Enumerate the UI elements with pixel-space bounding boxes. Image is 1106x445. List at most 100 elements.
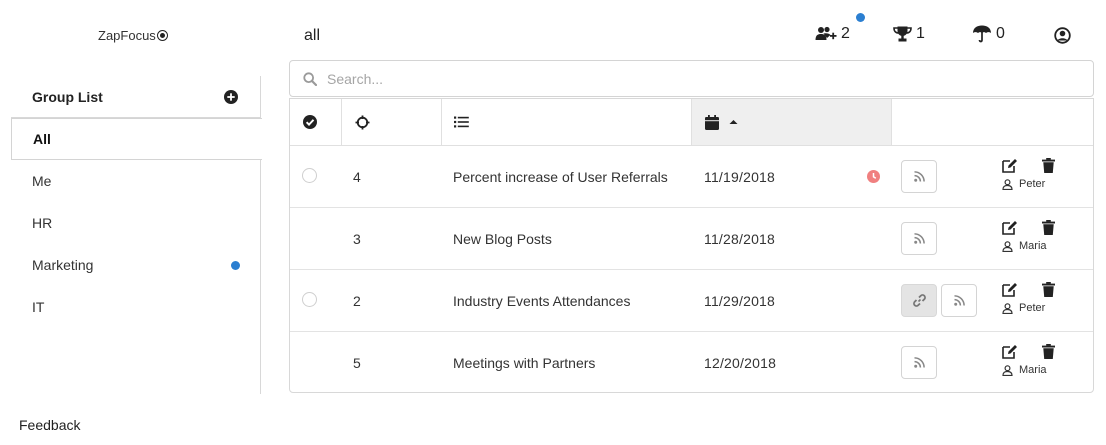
row-buttons (901, 160, 937, 193)
row-date: 11/19/2018 (704, 168, 776, 185)
row-date: 11/29/2018 (704, 292, 776, 309)
search-input[interactable] (327, 70, 1027, 87)
row-name[interactable]: Meetings with Partners (453, 355, 595, 371)
row-buttons (901, 222, 937, 255)
owner-name: Peter (1019, 302, 1046, 314)
row-name[interactable]: Industry Events Attendances (453, 293, 630, 309)
list-icon (454, 116, 469, 128)
row-buttons (901, 346, 937, 379)
table-row: 4 Percent increase of User Referrals 11/… (290, 146, 1093, 208)
trophy-icon (893, 26, 912, 42)
link-button[interactable] (901, 284, 937, 317)
user-icon (1002, 240, 1013, 252)
row-select-radio[interactable] (302, 292, 317, 307)
rss-button[interactable] (901, 222, 937, 255)
trophy-count: 1 (916, 25, 925, 42)
edit-icon[interactable] (1002, 282, 1018, 297)
sort-asc-icon (729, 119, 738, 125)
owner-name: Maria (1019, 364, 1047, 376)
row-owner: Maria (1002, 364, 1055, 376)
group-item-label: Marketing (32, 257, 94, 273)
row-owner: Maria (1002, 240, 1055, 252)
group-item-label: IT (32, 299, 45, 315)
user-circle-icon (1054, 27, 1071, 44)
trash-icon[interactable] (1042, 220, 1055, 235)
plus-circle-icon[interactable] (224, 89, 238, 104)
edit-icon[interactable] (1002, 158, 1018, 173)
user-icon (1002, 302, 1013, 314)
row-date: 11/28/2018 (704, 230, 776, 247)
table-header (290, 99, 1093, 146)
logo-target-icon (156, 30, 168, 41)
rss-icon (913, 171, 925, 182)
user-icon (1002, 364, 1013, 376)
check-circle-icon (303, 115, 317, 129)
crosshairs-icon (355, 115, 370, 130)
notification-dot (856, 13, 865, 22)
id-column-header[interactable] (342, 99, 442, 145)
row-select-radio[interactable] (302, 168, 317, 183)
umbrella-count: 0 (996, 25, 1005, 42)
team-count: 2 (841, 25, 850, 42)
group-item-label: HR (32, 215, 53, 231)
rss-icon (913, 233, 925, 244)
row-owner: Peter (1002, 302, 1055, 314)
owner-name: Peter (1019, 178, 1046, 190)
table-row: 2 Industry Events Attendances 11/29/2018… (290, 270, 1093, 332)
rss-button[interactable] (901, 160, 937, 193)
table-row: 5 Meetings with Partners 12/20/2018 Mari… (290, 332, 1093, 394)
calendar-icon (705, 114, 719, 130)
row-name[interactable]: Percent increase of User Referrals (453, 169, 668, 185)
users-plus-icon (815, 26, 837, 42)
row-buttons (901, 284, 977, 317)
search-bar (289, 60, 1094, 97)
edit-icon[interactable] (1002, 344, 1018, 359)
row-date: 12/20/2018 (704, 355, 777, 371)
row-id: 5 (353, 355, 361, 371)
group-item-it[interactable]: IT (11, 286, 260, 328)
trash-icon[interactable] (1042, 344, 1055, 359)
row-name[interactable]: New Blog Posts (453, 231, 552, 247)
table-row: 3 New Blog Posts 11/28/2018 Maria (290, 208, 1093, 270)
edit-icon[interactable] (1002, 220, 1018, 235)
app-logo[interactable]: ZapFocus (98, 28, 168, 43)
group-list-header: Group List (11, 76, 260, 118)
row-id: 3 (353, 230, 361, 247)
group-item-all[interactable]: All (11, 118, 262, 160)
group-item-marketing[interactable]: Marketing (11, 244, 260, 286)
rss-button[interactable] (901, 346, 937, 379)
feedback-link[interactable]: Feedback (19, 417, 80, 433)
logo-text: ZapFocus (98, 28, 156, 43)
group-item-label: All (33, 131, 51, 147)
select-column-header[interactable] (290, 99, 342, 145)
rss-button[interactable] (941, 284, 977, 317)
team-stat[interactable]: 2 (815, 25, 850, 43)
search-icon (303, 71, 317, 86)
row-actions: Maria (1002, 220, 1055, 252)
clock-icon (867, 170, 880, 183)
group-item-label: Me (32, 173, 52, 189)
row-actions: Peter (1002, 282, 1055, 314)
rss-icon (953, 295, 965, 306)
link-icon (912, 294, 926, 307)
row-id: 4 (353, 168, 361, 185)
row-actions: Peter (1002, 158, 1055, 190)
group-list-title: Group List (32, 88, 103, 105)
account-button[interactable] (1054, 27, 1071, 44)
row-actions: Maria (1002, 344, 1055, 376)
date-column-header[interactable] (692, 99, 892, 145)
group-sidebar: Group List All Me HR Marketing IT (11, 76, 262, 394)
row-owner: Peter (1002, 178, 1055, 190)
umbrella-stat[interactable]: 0 (972, 25, 1005, 43)
name-column-header[interactable] (442, 99, 692, 145)
rss-icon (913, 357, 925, 368)
page-heading: all (304, 27, 321, 44)
row-id: 2 (353, 292, 361, 309)
group-item-hr[interactable]: HR (11, 202, 260, 244)
group-item-me[interactable]: Me (11, 160, 260, 202)
goals-table: 4 Percent increase of User Referrals 11/… (289, 98, 1094, 393)
trophy-stat[interactable]: 1 (893, 25, 925, 43)
trash-icon[interactable] (1042, 158, 1055, 173)
trash-icon[interactable] (1042, 282, 1055, 297)
user-icon (1002, 178, 1013, 190)
